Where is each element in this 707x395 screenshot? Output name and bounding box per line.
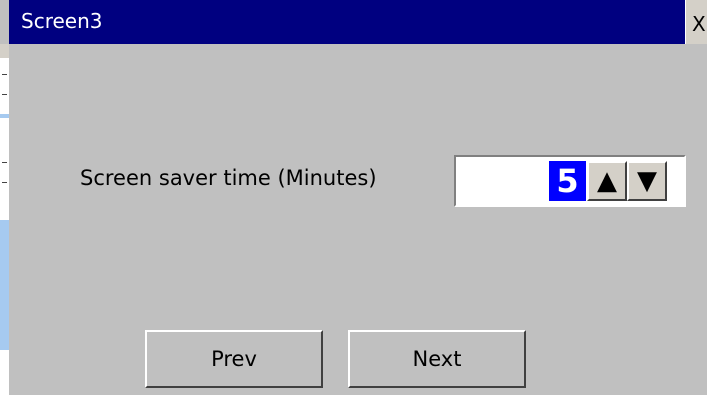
close-icon: X bbox=[692, 12, 706, 36]
decrement-button[interactable]: ▼ bbox=[627, 161, 667, 201]
close-button[interactable]: X bbox=[685, 0, 707, 44]
screen-saver-time-value[interactable]: 5 bbox=[549, 161, 586, 201]
arrow-up-icon: ▲ bbox=[597, 166, 617, 196]
increment-button[interactable]: ▲ bbox=[587, 161, 627, 201]
screen-saver-time-label: Screen saver time (Minutes) bbox=[80, 166, 377, 190]
screen3-window: Screen3 X Screen saver time (Minutes) 5 … bbox=[0, 0, 707, 395]
next-button[interactable]: Next bbox=[348, 330, 526, 388]
screen-saver-time-spinner[interactable]: 5 ▲ ▼ bbox=[454, 155, 686, 207]
background-window-edge bbox=[0, 44, 9, 395]
arrow-down-icon: ▼ bbox=[637, 166, 657, 196]
title-bar: Screen3 bbox=[9, 0, 685, 44]
window-title: Screen3 bbox=[21, 9, 103, 33]
prev-button[interactable]: Prev bbox=[145, 330, 323, 388]
